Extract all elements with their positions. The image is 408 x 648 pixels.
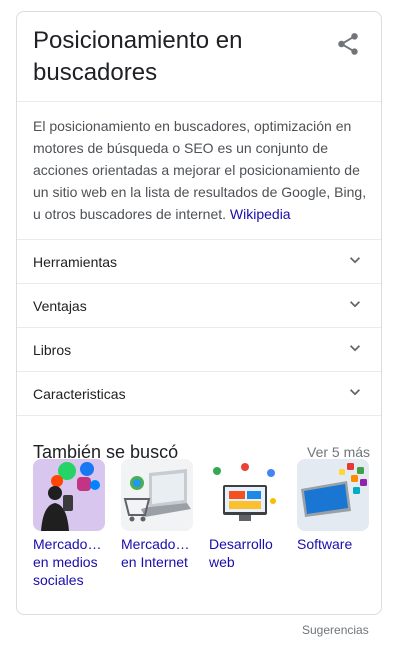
internet-marketing-thumbnail <box>121 459 193 531</box>
chevron-down-icon <box>350 301 360 308</box>
tile-label-line1: Mercado… <box>121 536 190 552</box>
tile-label-line1: Software <box>297 536 353 552</box>
accordion-libros[interactable]: Libros <box>17 327 381 371</box>
related-item-social-media-marketing[interactable]: Mercado… en medios sociales <box>33 459 105 589</box>
tile-label-line2: web <box>209 554 235 570</box>
accordion-label: Caracteristicas <box>33 386 126 402</box>
software-thumbnail <box>297 459 369 531</box>
related-item-internet-marketing[interactable]: Mercado… en Internet <box>121 459 193 571</box>
panel-header: Posicionamiento en buscadores <box>17 12 381 102</box>
accordion-label: Libros <box>33 342 72 358</box>
accordion-label: Ventajas <box>33 298 87 314</box>
chevron-down-icon <box>350 345 360 352</box>
social-media-thumbnail <box>33 459 105 531</box>
panel-description: El posicionamiento en buscadores, optimi… <box>33 115 369 225</box>
chevron-down-icon <box>350 257 360 264</box>
web-development-thumbnail <box>209 459 281 531</box>
chevron-down-icon <box>350 389 360 396</box>
tile-label-line1: Mercado… <box>33 536 102 552</box>
description-text: El posicionamiento en buscadores, optimi… <box>33 118 367 222</box>
accordion-label: Herramientas <box>33 254 118 270</box>
tile-label-line1: Desarrollo <box>209 536 273 552</box>
share-icon[interactable] <box>335 31 361 57</box>
panel-title: Posicionamiento en buscadores <box>33 27 243 86</box>
accordion-ventajas[interactable]: Ventajas <box>17 283 381 327</box>
wikipedia-link[interactable]: Wikipedia <box>230 206 291 222</box>
accordion-caracteristicas[interactable]: Caracteristicas <box>17 371 381 416</box>
related-item-web-development[interactable]: Desarrollo web <box>209 459 281 571</box>
tile-label-line2: en medios <box>33 554 98 570</box>
suggestions-link[interactable]: Sugerencias <box>302 622 369 638</box>
tile-label-line2: en Internet <box>121 554 188 570</box>
tile-label-line3: sociales <box>33 572 84 588</box>
related-item-software[interactable]: Software <box>297 459 369 553</box>
accordion-herramientas[interactable]: Herramientas <box>17 239 381 283</box>
